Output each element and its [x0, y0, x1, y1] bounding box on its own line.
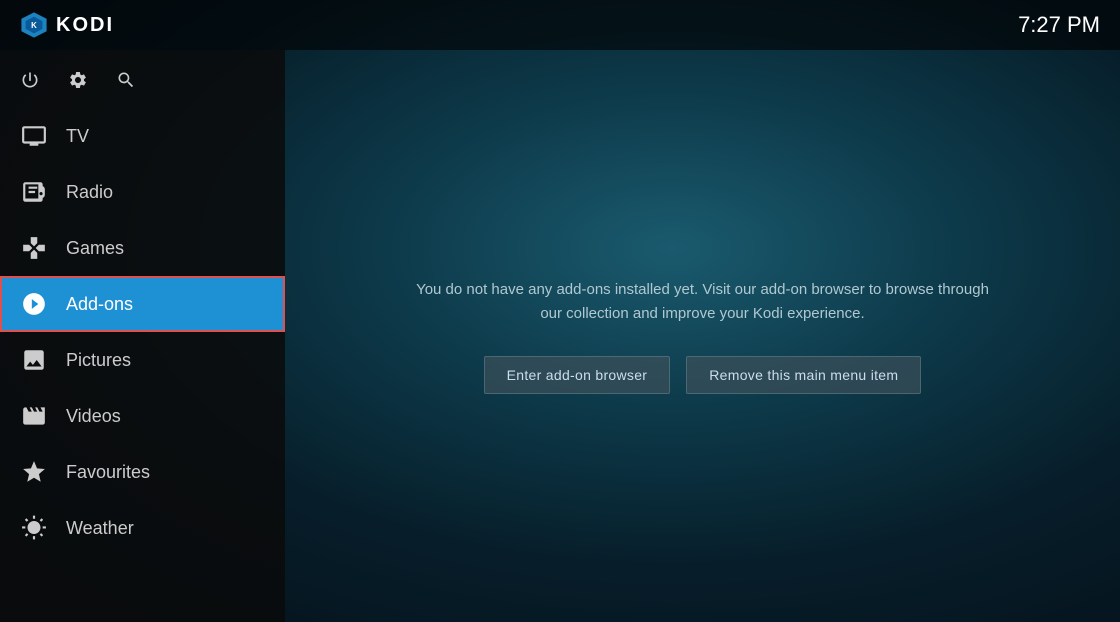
- games-icon: [20, 234, 48, 262]
- weather-icon: [20, 514, 48, 542]
- kodi-logo-icon: K: [20, 11, 48, 39]
- sidebar-item-favourites[interactable]: Favourites: [0, 444, 285, 500]
- buttons-row: Enter add-on browser Remove this main me…: [484, 356, 922, 394]
- tv-icon: [20, 122, 48, 150]
- sidebar-label-addons: Add-ons: [66, 294, 133, 315]
- addons-icon: [20, 290, 48, 318]
- content-area: TV Radio: [0, 50, 1120, 622]
- addons-message: You do not have any add-ons installed ye…: [416, 278, 989, 326]
- sidebar-item-tv[interactable]: TV: [0, 108, 285, 164]
- addons-message-line2: our collection and improve your Kodi exp…: [540, 305, 864, 322]
- sidebar-item-weather[interactable]: Weather: [0, 500, 285, 556]
- main-content: You do not have any add-ons installed ye…: [285, 50, 1120, 622]
- settings-button[interactable]: [68, 70, 88, 90]
- svg-text:K: K: [31, 21, 37, 30]
- favourites-icon: [20, 458, 48, 486]
- sidebar-item-addons[interactable]: Add-ons: [0, 276, 285, 332]
- radio-icon: [20, 178, 48, 206]
- sidebar-label-games: Games: [66, 238, 124, 259]
- enter-addon-browser-button[interactable]: Enter add-on browser: [484, 356, 671, 394]
- app-title: KODI: [56, 14, 114, 37]
- sidebar-item-pictures[interactable]: Pictures: [0, 332, 285, 388]
- sidebar-nav: TV Radio: [0, 108, 285, 556]
- addons-message-line1: You do not have any add-ons installed ye…: [416, 281, 989, 298]
- search-icon: [116, 70, 136, 90]
- sidebar-label-videos: Videos: [66, 406, 121, 427]
- sidebar-item-videos[interactable]: Videos: [0, 388, 285, 444]
- settings-icon: [68, 70, 88, 90]
- sidebar-icons-row: [0, 60, 285, 108]
- sidebar-item-games[interactable]: Games: [0, 220, 285, 276]
- sidebar-item-radio[interactable]: Radio: [0, 164, 285, 220]
- clock-display: 7:27 PM: [1018, 12, 1100, 38]
- power-icon: [20, 70, 40, 90]
- sidebar-label-pictures: Pictures: [66, 350, 131, 371]
- top-bar: K KODI 7:27 PM: [0, 0, 1120, 50]
- sidebar: TV Radio: [0, 50, 285, 622]
- pictures-icon: [20, 346, 48, 374]
- search-button[interactable]: [116, 70, 136, 90]
- sidebar-label-weather: Weather: [66, 518, 134, 539]
- logo-area: K KODI: [20, 11, 114, 39]
- sidebar-label-radio: Radio: [66, 182, 113, 203]
- remove-menu-item-button[interactable]: Remove this main menu item: [686, 356, 921, 394]
- videos-icon: [20, 402, 48, 430]
- sidebar-label-tv: TV: [66, 126, 89, 147]
- power-button[interactable]: [20, 70, 40, 90]
- sidebar-label-favourites: Favourites: [66, 462, 150, 483]
